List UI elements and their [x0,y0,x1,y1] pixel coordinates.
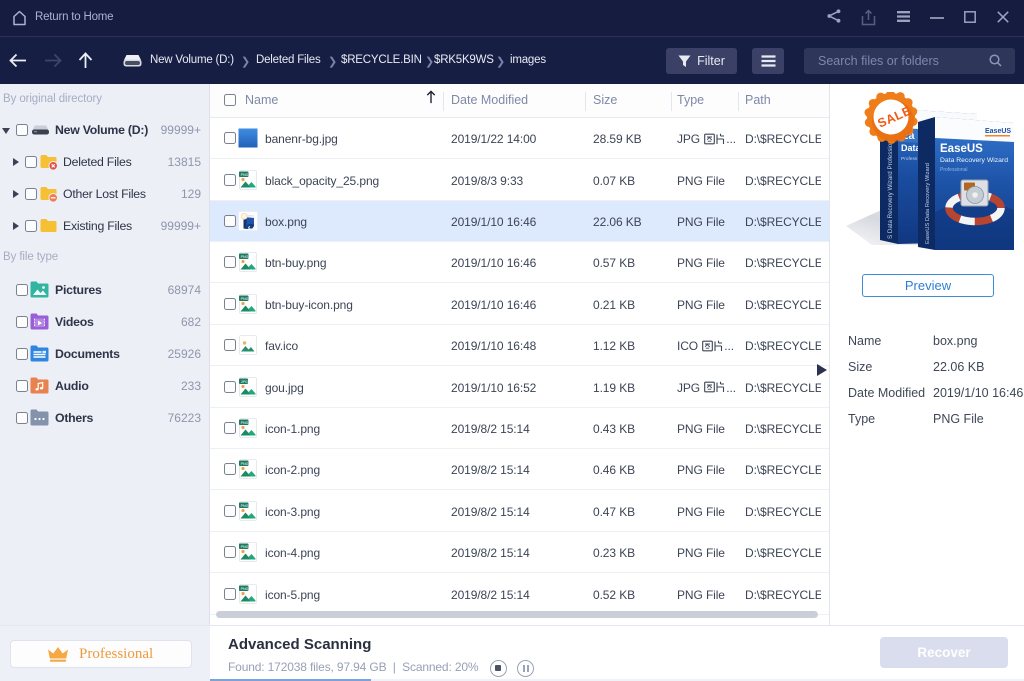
svg-text:PNG: PNG [241,172,249,176]
svg-text:Profess: Profess [901,156,918,162]
svg-text:EaseUS: EaseUS [985,128,1011,135]
svg-text:Professional: Professional [940,167,968,173]
svg-text:S Data Recovery Wizard Profess: S Data Recovery Wizard Professional [887,135,894,239]
svg-text:PNG: PNG [241,462,249,466]
svg-text:PNG: PNG [241,297,249,301]
svg-text:PNG: PNG [241,545,249,549]
svg-text:PNG: PNG [241,504,249,508]
svg-text:JPG: JPG [241,379,248,383]
svg-text:Data Recovery Wizard: Data Recovery Wizard [940,157,1008,164]
svg-text:PNG: PNG [241,586,249,590]
svg-text:EaseUS Data Recovery Wizard: EaseUS Data Recovery Wizard [925,163,931,244]
svg-text:EaseUS: EaseUS [940,143,983,155]
svg-text:PNG: PNG [241,421,249,425]
svg-text:PNG: PNG [241,255,249,259]
